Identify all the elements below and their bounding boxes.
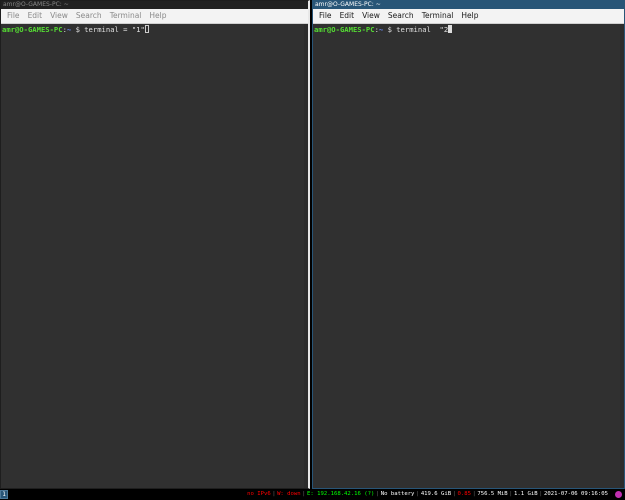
- ethernet-status: E: 192.168.42.16 (?): [307, 491, 375, 497]
- prompt-user-host: amr@O-GAMES-PC: [2, 25, 63, 34]
- tray-app-icon[interactable]: [615, 491, 622, 498]
- load-status: 0.85: [457, 491, 471, 497]
- prompt-user-host: amr@O-GAMES-PC: [314, 25, 375, 34]
- terminal-window-right[interactable]: amr@O-GAMES-PC: ~ File Edit View Search …: [312, 0, 625, 489]
- window-title-bar[interactable]: amr@O-GAMES-PC: ~: [313, 1, 624, 9]
- menu-edit[interactable]: Edit: [336, 9, 359, 23]
- text-cursor: [144, 25, 149, 33]
- menu-view[interactable]: View: [46, 9, 72, 23]
- menu-terminal[interactable]: Terminal: [418, 9, 458, 23]
- memory-used-status: 756.5 MiB: [477, 491, 508, 497]
- menu-help[interactable]: Help: [145, 9, 170, 23]
- menu-bar: File Edit View Search Terminal Help: [1, 9, 308, 24]
- disk-status: 419.6 GiB: [420, 491, 452, 497]
- text-cursor: [448, 25, 453, 33]
- menu-help[interactable]: Help: [457, 9, 482, 23]
- menu-search[interactable]: Search: [384, 9, 418, 23]
- scrollbar[interactable]: [304, 24, 308, 488]
- window-title: amr@O-GAMES-PC: ~: [3, 1, 69, 8]
- menu-search[interactable]: Search: [72, 9, 106, 23]
- datetime-status: 2021-07-06 09:16:05: [544, 491, 608, 497]
- menu-view[interactable]: View: [358, 9, 384, 23]
- window-title: amr@O-GAMES-PC: ~: [315, 1, 381, 8]
- status-bar: 1 no IPv6 | W: down | E: 192.168.42.16 (…: [0, 489, 625, 500]
- terminal-output[interactable]: amr@O-GAMES-PC:~ $ terminal = "1": [1, 24, 308, 488]
- terminal-output[interactable]: amr@O-GAMES-PC:~ $ terminal "2: [313, 24, 624, 488]
- command-text: terminal "2: [396, 25, 449, 34]
- status-items: no IPv6 | W: down | E: 192.168.42.16 (?)…: [246, 489, 609, 500]
- menu-file[interactable]: File: [3, 9, 24, 23]
- workspace-button[interactable]: 1: [0, 490, 8, 499]
- command-text: terminal = "1": [84, 25, 145, 34]
- memory-avail-status: 1.1 GiB: [514, 491, 538, 497]
- battery-status: No battery: [380, 491, 415, 497]
- wireless-status: W: down: [277, 491, 301, 497]
- menu-terminal[interactable]: Terminal: [106, 9, 146, 23]
- desktop: amr@O-GAMES-PC: ~ File Edit View Search …: [0, 0, 625, 500]
- scrollbar[interactable]: [620, 24, 624, 488]
- menu-edit[interactable]: Edit: [24, 9, 47, 23]
- window-title-bar[interactable]: amr@O-GAMES-PC: ~: [1, 1, 308, 9]
- menu-bar: File Edit View Search Terminal Help: [313, 9, 624, 24]
- terminal-window-left[interactable]: amr@O-GAMES-PC: ~ File Edit View Search …: [0, 0, 310, 489]
- ipv6-status: no IPv6: [247, 491, 271, 497]
- menu-file[interactable]: File: [315, 9, 336, 23]
